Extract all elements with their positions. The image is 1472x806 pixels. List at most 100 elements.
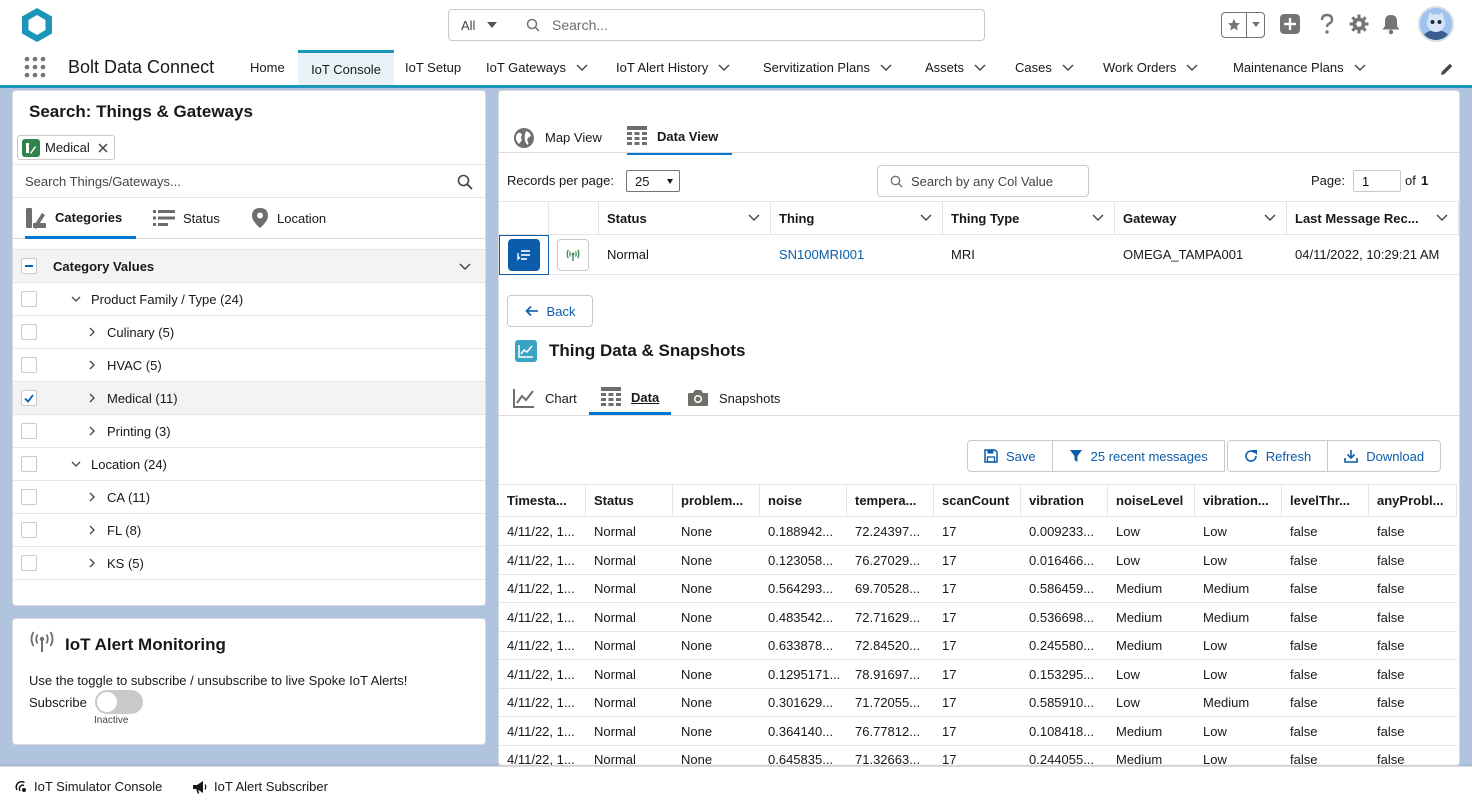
tab-data-view[interactable]: Data View: [627, 121, 733, 155]
search-icon[interactable]: [457, 174, 473, 190]
table-header-gateway[interactable]: Gateway: [1115, 201, 1287, 235]
thing-search-input[interactable]: [25, 173, 445, 189]
chevron-right-icon[interactable]: [89, 426, 96, 436]
tab-status[interactable]: Status: [153, 199, 220, 237]
tree-row-medical[interactable]: Medical (11): [13, 382, 485, 415]
chevron-right-icon[interactable]: [89, 525, 96, 535]
save-button[interactable]: Save: [967, 440, 1053, 472]
nav-item-iot-setup[interactable]: IoT Setup: [393, 50, 473, 85]
tab-chart[interactable]: Chart: [513, 383, 577, 413]
column-search-input[interactable]: [911, 173, 1081, 189]
favorites-star-icon[interactable]: [1222, 13, 1248, 37]
help-icon[interactable]: [1318, 13, 1336, 35]
filter-pill-medical[interactable]: Medical: [17, 135, 115, 160]
app-logo-icon[interactable]: [18, 6, 56, 44]
nav-item-cases[interactable]: Cases: [1003, 50, 1086, 85]
chevron-down-icon[interactable]: [71, 461, 81, 468]
table-header-thing-type[interactable]: Thing Type: [943, 201, 1115, 235]
chevron-down-icon[interactable]: [1264, 214, 1276, 222]
recent-messages-filter-button[interactable]: 25 recent messages: [1052, 440, 1225, 472]
global-add-icon[interactable]: [1279, 13, 1301, 35]
chevron-right-icon[interactable]: [89, 492, 96, 502]
signal-antenna-icon[interactable]: [557, 238, 589, 271]
tree-checkbox[interactable]: [21, 357, 37, 373]
tree-checkbox[interactable]: [21, 423, 37, 439]
nav-item-home[interactable]: Home: [238, 50, 297, 85]
chevron-down-icon[interactable]: [1062, 64, 1074, 72]
tree-checkbox[interactable]: [21, 456, 37, 472]
chevron-down-icon[interactable]: [576, 64, 588, 72]
chevron-down-icon[interactable]: [1354, 64, 1366, 72]
tab-categories[interactable]: Categories: [25, 199, 137, 239]
tree-checkbox[interactable]: [21, 522, 37, 538]
column-header-vibration-level[interactable]: vibration...: [1195, 484, 1282, 517]
nav-item-assets[interactable]: Assets: [913, 50, 998, 85]
chevron-right-icon[interactable]: [89, 558, 96, 568]
global-search-box[interactable]: [510, 9, 985, 41]
utility-iot-simulator-console[interactable]: IoT Simulator Console: [14, 779, 162, 794]
subscribe-toggle[interactable]: [95, 690, 143, 714]
remove-pill-close-icon[interactable]: [98, 142, 108, 153]
back-button[interactable]: Back: [507, 295, 593, 327]
notifications-bell-icon[interactable]: [1381, 13, 1401, 35]
tab-data[interactable]: Data: [589, 383, 672, 415]
column-header-vibration[interactable]: vibration: [1021, 484, 1108, 517]
chevron-right-icon[interactable]: [89, 360, 96, 370]
tab-map-view[interactable]: Map View: [513, 121, 616, 154]
column-header-temperature[interactable]: tempera...: [847, 484, 934, 517]
user-avatar[interactable]: [1418, 6, 1454, 42]
chevron-down-icon[interactable]: [1092, 214, 1104, 222]
global-search-input[interactable]: [552, 17, 952, 33]
table-header-status[interactable]: Status: [599, 201, 771, 235]
tree-checkbox[interactable]: [21, 555, 37, 571]
column-header-level-threshold[interactable]: levelThr...: [1282, 484, 1369, 517]
chevron-down-icon[interactable]: [1186, 64, 1198, 72]
tree-row-hvac[interactable]: HVAC (5): [13, 349, 485, 382]
tab-location[interactable]: Location: [251, 199, 326, 237]
tree-row-culinary[interactable]: Culinary (5): [13, 316, 485, 349]
nav-item-iot-console[interactable]: IoT Console: [298, 50, 394, 85]
chevron-down-icon[interactable]: [718, 64, 730, 72]
column-header-scan-count[interactable]: scanCount: [934, 484, 1021, 517]
settings-gear-icon[interactable]: [1349, 14, 1369, 34]
column-header-timestamp[interactable]: Timesta...: [499, 484, 586, 517]
tree-checkbox[interactable]: [21, 291, 37, 307]
select-all-checkbox[interactable]: [21, 258, 37, 274]
tree-checkbox[interactable]: [21, 489, 37, 505]
nav-item-work-orders[interactable]: Work Orders: [1091, 50, 1210, 85]
nav-item-iot-alert-history[interactable]: IoT Alert History: [604, 50, 742, 85]
tree-checkbox[interactable]: [21, 324, 37, 340]
favorites-menu-chevron-icon[interactable]: [1247, 13, 1264, 37]
chevron-down-icon[interactable]: [920, 214, 932, 222]
table-header-thing[interactable]: Thing: [771, 201, 943, 235]
chevron-down-icon[interactable]: [974, 64, 986, 72]
tree-row-ca[interactable]: CA (11): [13, 481, 485, 514]
row-action-button[interactable]: [508, 239, 540, 271]
column-header-noise[interactable]: noise: [760, 484, 847, 517]
tree-row-fl[interactable]: FL (8): [13, 514, 485, 547]
edit-nav-pencil-icon[interactable]: [1440, 62, 1454, 76]
nav-item-maintenance-plans[interactable]: Maintenance Plans: [1221, 50, 1378, 85]
nav-item-iot-gateways[interactable]: IoT Gateways: [474, 50, 600, 85]
chevron-right-icon[interactable]: [89, 327, 96, 337]
download-button[interactable]: Download: [1328, 440, 1442, 472]
search-scope-dropdown[interactable]: All: [448, 9, 511, 41]
chevron-down-icon[interactable]: [71, 296, 81, 303]
thing-link[interactable]: SN100MRI001: [779, 247, 864, 262]
chevron-down-icon[interactable]: [748, 214, 760, 222]
refresh-button[interactable]: Refresh: [1226, 440, 1329, 472]
tree-row-ks[interactable]: KS (5): [13, 547, 485, 580]
page-number-input[interactable]: [1353, 170, 1401, 192]
tab-snapshots[interactable]: Snapshots: [687, 383, 780, 413]
chevron-down-icon[interactable]: [459, 263, 471, 271]
utility-iot-alert-subscriber[interactable]: IoT Alert Subscriber: [192, 779, 328, 794]
tree-row-location[interactable]: Location (24): [13, 448, 485, 481]
tree-row-printing[interactable]: Printing (3): [13, 415, 485, 448]
column-header-status[interactable]: Status: [586, 484, 673, 517]
column-header-noise-level[interactable]: noiseLevel: [1108, 484, 1195, 517]
column-header-problem[interactable]: problem...: [673, 484, 760, 517]
tree-checkbox-checked[interactable]: [21, 390, 37, 406]
chevron-down-icon[interactable]: [880, 64, 892, 72]
app-launcher-icon[interactable]: [24, 56, 46, 78]
records-per-page-select[interactable]: 25: [626, 170, 680, 192]
